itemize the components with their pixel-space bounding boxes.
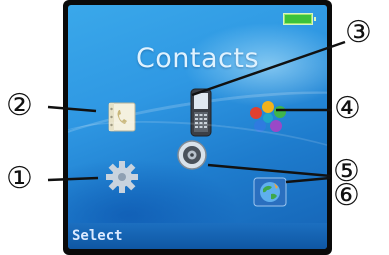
callout-4: ④ [334, 91, 361, 126]
callout-leader-lines [47, 40, 346, 184]
callout-1: ① [6, 161, 33, 196]
callout-6: ⑥ [333, 178, 360, 213]
callout-3: ③ [345, 15, 372, 50]
callout-2: ② [6, 88, 33, 123]
